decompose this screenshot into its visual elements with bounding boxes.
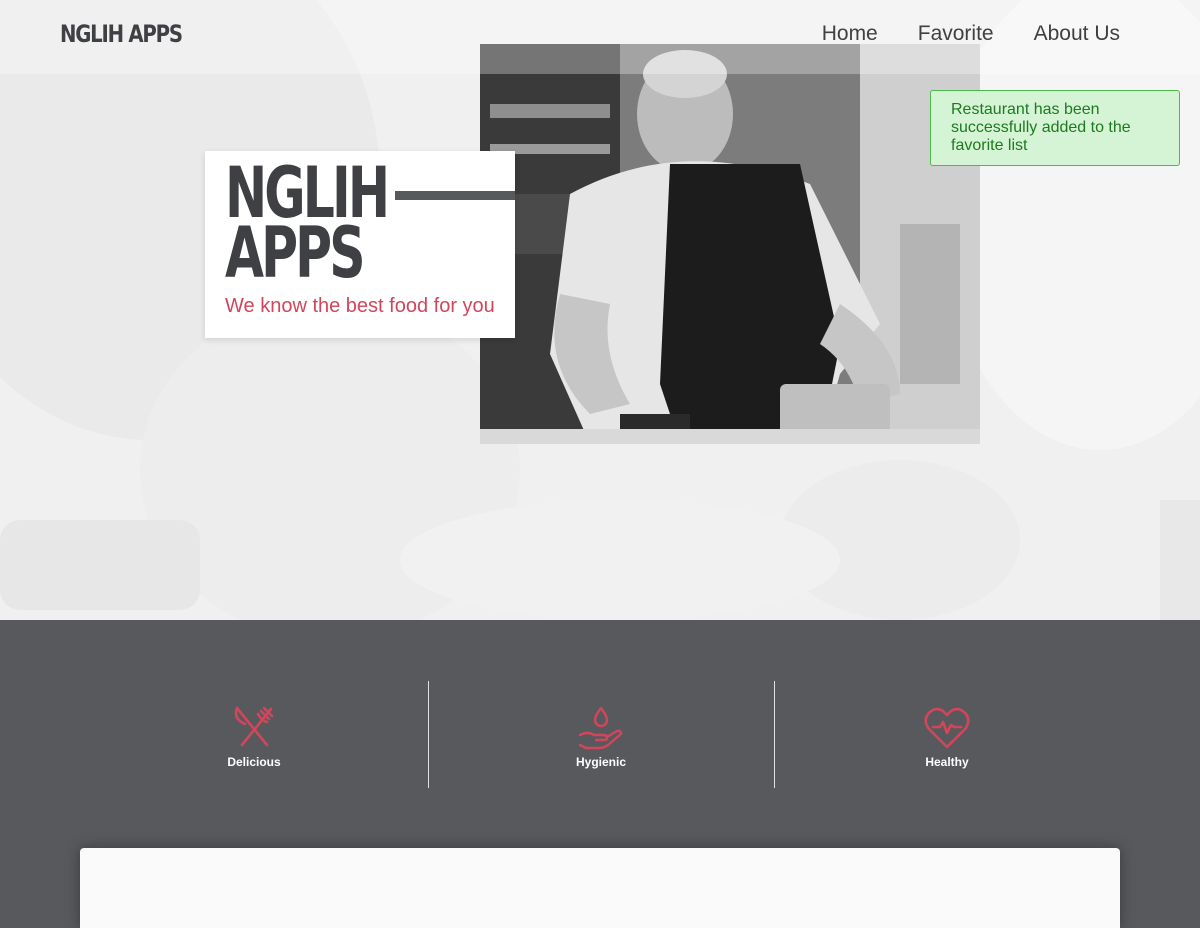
feature-divider <box>774 681 775 788</box>
hero-section: NGLIH APPS Home Favorite About Us NGLIH … <box>0 0 1200 620</box>
top-navigation: NGLIH APPS Home Favorite About Us <box>0 0 1200 74</box>
heart-pulse-icon <box>924 707 970 749</box>
feature-healthy: Healthy <box>867 705 1027 769</box>
restaurant-list-card <box>80 848 1120 928</box>
feature-label-healthy: Healthy <box>925 755 969 769</box>
feature-delicious: Delicious <box>174 705 334 769</box>
feature-hygienic: Hygienic <box>521 705 681 769</box>
fork-knife-icon <box>234 706 274 747</box>
nav-link-favorite[interactable]: Favorite <box>918 22 994 46</box>
nav-link-about-us[interactable]: About Us <box>1034 22 1120 46</box>
hero-accent-line <box>395 191 515 200</box>
nav-link-home[interactable]: Home <box>822 22 878 46</box>
feature-label-delicious: Delicious <box>227 755 281 769</box>
hand-water-drop-icon <box>578 706 623 750</box>
hero-chef-photo <box>480 44 980 444</box>
features-section: Delicious Hygienic Healthy <box>0 620 1200 928</box>
nav-menu: Home Favorite About Us <box>822 22 1120 46</box>
hero-card: NGLIH APPS We know the best food for you <box>205 151 515 338</box>
feature-label-hygienic: Hygienic <box>575 755 626 769</box>
hero-title: NGLIH APPS <box>225 152 390 294</box>
feature-divider <box>428 681 429 788</box>
brand-logo[interactable]: NGLIH APPS <box>60 20 183 48</box>
hero-tagline: We know the best food for you <box>225 295 495 317</box>
success-toast: Restaurant has been successfully added t… <box>930 90 1180 166</box>
